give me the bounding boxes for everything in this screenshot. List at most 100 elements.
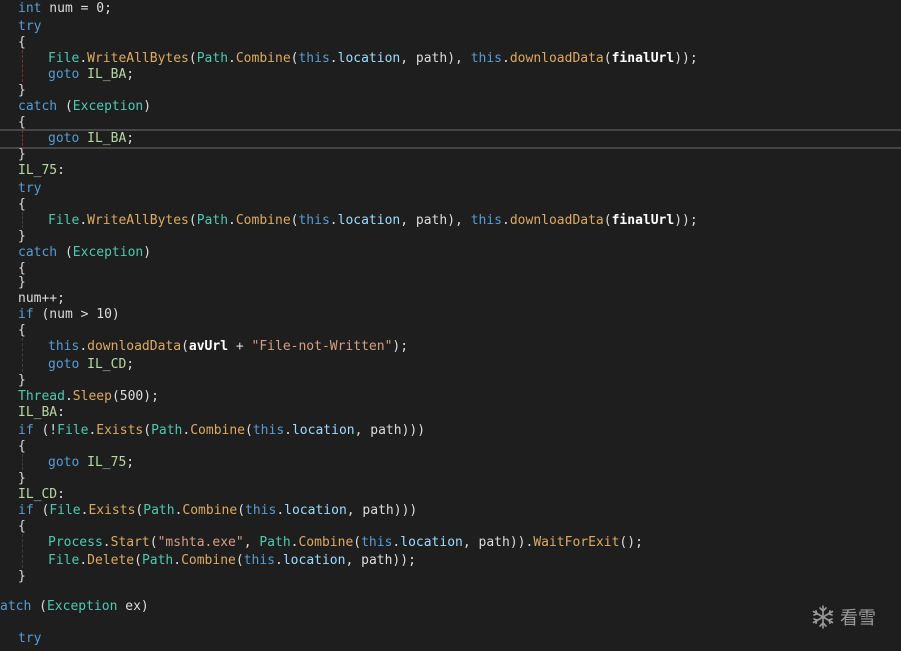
code-token: location: [282, 553, 346, 568]
code-token: this: [361, 535, 393, 550]
code-line: IL_75:: [18, 162, 65, 180]
code-token: :: [57, 405, 65, 420]
code-token: }: [18, 229, 26, 244]
code-line: File.WriteAllBytes(Path.Combine(this.loc…: [48, 212, 698, 230]
code-token: location: [284, 503, 347, 518]
code-token: .: [228, 213, 236, 228]
code-token: this: [243, 553, 276, 568]
code-token: Path: [151, 423, 183, 438]
code-line: goto IL_BA;: [48, 66, 134, 84]
code-token: IL_BA: [18, 405, 58, 420]
code-token: (: [603, 51, 612, 66]
code-token: (: [143, 423, 152, 438]
code-token: .: [329, 213, 338, 228]
code-token: this: [252, 423, 285, 438]
code-token: .: [329, 51, 338, 66]
code-line: }: [18, 568, 26, 586]
current-line-highlight: [0, 129, 901, 149]
code-token: Path: [196, 51, 229, 66]
code-token: (: [188, 51, 197, 66]
code-token: File: [48, 213, 80, 228]
code-token: try: [18, 19, 42, 34]
code-line: {: [18, 518, 26, 536]
code-token: catch: [18, 99, 58, 114]
code-token: ));: [674, 213, 698, 228]
code-token: (: [235, 553, 244, 568]
code-token: {: [18, 197, 26, 212]
code-token: this: [298, 51, 330, 66]
code-token: +: [228, 339, 252, 354]
code-token: Delete: [87, 553, 135, 568]
indent-guide: [22, 454, 23, 470]
code-token: IL_75: [87, 455, 127, 470]
code-token: downloadData: [509, 51, 604, 66]
code-token: ;: [126, 455, 135, 470]
code-token: .: [275, 553, 283, 568]
code-token: Exists: [88, 503, 136, 518]
code-line: goto IL_BA;: [48, 130, 134, 148]
code-token: WriteAllBytes: [87, 213, 189, 228]
code-line: File.Delete(Path.Combine(this.location, …: [48, 552, 416, 570]
code-line: {: [18, 114, 26, 132]
code-token: (: [237, 503, 246, 518]
code-token: IL_CD: [87, 357, 127, 372]
code-token: "File-not-Written": [251, 339, 393, 354]
indent-guide: [22, 50, 23, 82]
code-token: {: [18, 439, 26, 454]
code-token: File: [48, 51, 80, 66]
code-token: Path: [141, 553, 174, 568]
code-token: ;: [126, 67, 135, 82]
code-token: }: [18, 569, 26, 584]
code-token: }: [18, 373, 26, 388]
code-token: , path))): [346, 503, 418, 518]
code-line: goto IL_CD;: [48, 356, 134, 374]
code-line: File.WriteAllBytes(Path.Combine(this.loc…: [48, 50, 698, 68]
code-token: , path)).: [462, 535, 534, 550]
code-token: (: [245, 423, 253, 438]
code-token: (: [57, 99, 73, 114]
code-token: Exception: [46, 599, 118, 614]
code-line: IL_BA:: [18, 404, 65, 422]
code-token: File: [48, 553, 80, 568]
code-token: Combine: [235, 213, 291, 228]
code-token: this: [470, 213, 503, 228]
code-token: Exception: [72, 245, 144, 260]
watermark: 看雪: [810, 604, 876, 630]
code-line: {: [18, 196, 26, 214]
code-token: }: [18, 147, 26, 162]
code-line: Process.Start("mshta.exe", Path.Combine(…: [48, 534, 643, 552]
code-token: ,: [243, 535, 260, 550]
code-line: {: [18, 438, 26, 456]
code-line: goto IL_75;: [48, 454, 134, 472]
code-token: }: [18, 471, 26, 486]
code-token: Exception: [72, 99, 144, 114]
code-editor[interactable]: int num = 0; try{File.WriteAllBytes(Path.…: [0, 0, 901, 651]
code-token: num = 0;: [41, 1, 112, 16]
code-token: num++;: [18, 291, 65, 306]
code-token: );: [392, 339, 409, 354]
code-line: {: [18, 34, 26, 52]
code-line: try: [18, 630, 41, 648]
code-token: .: [79, 553, 88, 568]
code-token: (: [33, 503, 50, 518]
code-token: Start: [110, 535, 150, 550]
code-token: WriteAllBytes: [87, 51, 189, 66]
code-token: this: [298, 213, 330, 228]
code-token: Process: [48, 535, 103, 550]
code-token: location: [337, 51, 401, 66]
code-token: if: [18, 503, 34, 518]
code-line: if (!File.Exists(Path.Combine(this.locat…: [18, 422, 425, 440]
code-token: ();: [619, 535, 643, 550]
code-token: .: [502, 213, 510, 228]
code-token: Combine: [298, 535, 354, 550]
code-token: (num > 10): [33, 307, 120, 322]
code-token: .: [79, 339, 88, 354]
code-token: {: [18, 115, 26, 130]
code-token: .: [284, 423, 292, 438]
code-token: if: [18, 307, 34, 322]
code-token: .: [502, 51, 510, 66]
code-token: {: [18, 35, 26, 50]
